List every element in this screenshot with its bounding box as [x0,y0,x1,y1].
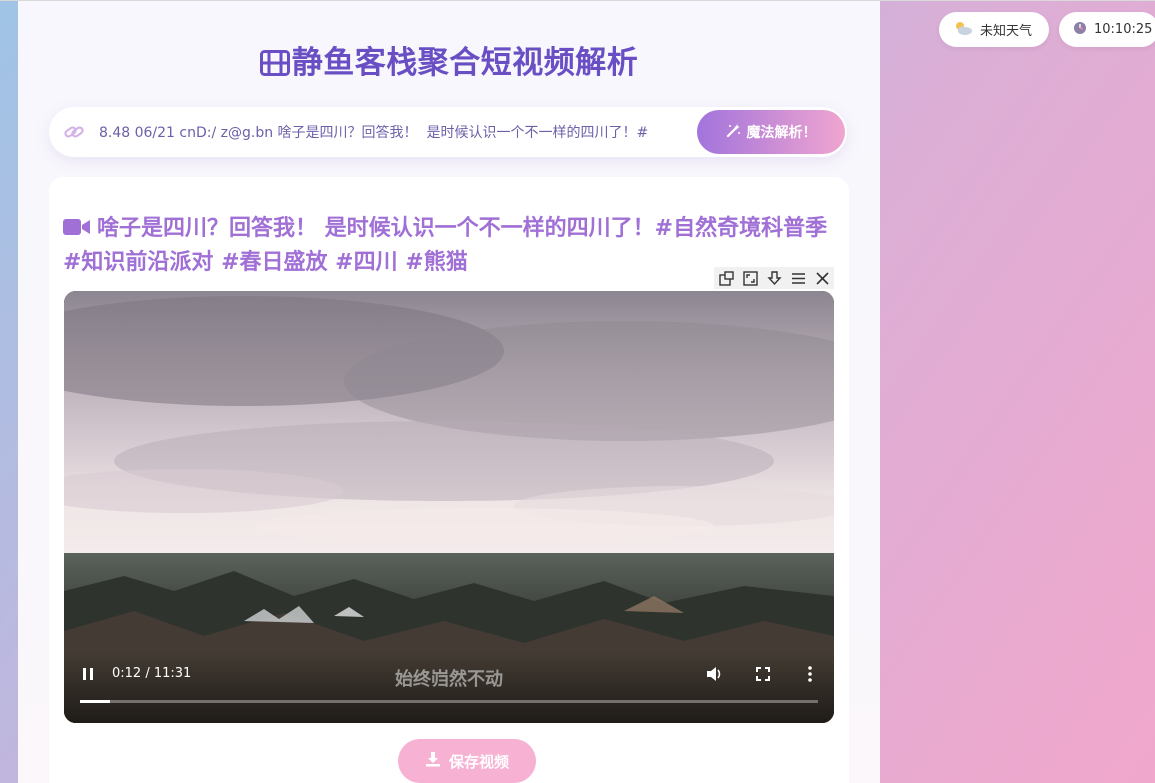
main-panel: 静鱼客栈聚合短视频解析 魔法解析！ [18,1,880,783]
download-icon [425,751,441,771]
clock-widget: 10:10:25 [1059,12,1155,47]
clock-icon [1073,21,1087,39]
clock-text: 10:10:25 [1094,22,1153,37]
url-input[interactable] [99,120,695,144]
partly-cloudy-icon [953,20,973,40]
parse-button[interactable]: 魔法解析！ [697,110,845,154]
more-options-icon[interactable] [804,664,816,684]
video-progress-bar[interactable] [80,700,818,703]
magic-wand-icon [726,123,741,142]
download-icon[interactable] [765,269,783,287]
save-video-button[interactable]: 保存视频 [398,739,536,783]
link-icon [63,121,85,143]
search-bar: 魔法解析！ [49,107,847,157]
video-camera-icon [63,215,91,247]
picture-in-picture-icon[interactable] [717,269,735,287]
parse-button-label: 魔法解析！ [746,125,817,141]
video-controls: 0:12 / 11:31 始终岿然不动 [64,651,834,723]
fullscreen-icon[interactable] [741,269,759,287]
page-title-text: 静鱼客栈聚合短视频解析 [291,45,639,81]
volume-icon[interactable] [704,664,724,684]
video-progress-fill [80,700,110,703]
page-title: 静鱼客栈聚合短视频解析 [18,37,880,84]
video-title-text: 啥子是四川？回答我！ 是时候认识一个不一样的四川了！#自然奇境科普季 #知识前沿… [63,216,828,275]
film-icon [259,48,290,84]
save-button-label: 保存视频 [448,752,509,771]
weather-text: 未知天气 [980,24,1033,39]
weather-widget: 未知天气 [939,12,1049,47]
fullscreen-icon[interactable] [754,665,772,683]
result-card: 啥子是四川？回答我！ 是时候认识一个不一样的四川了！#自然奇境科普季 #知识前沿… [49,177,849,783]
close-icon[interactable] [813,269,831,287]
video-player[interactable]: 0:12 / 11:31 始终岿然不动 [64,291,834,723]
video-toolbar [714,267,834,289]
menu-icon[interactable] [789,269,807,287]
